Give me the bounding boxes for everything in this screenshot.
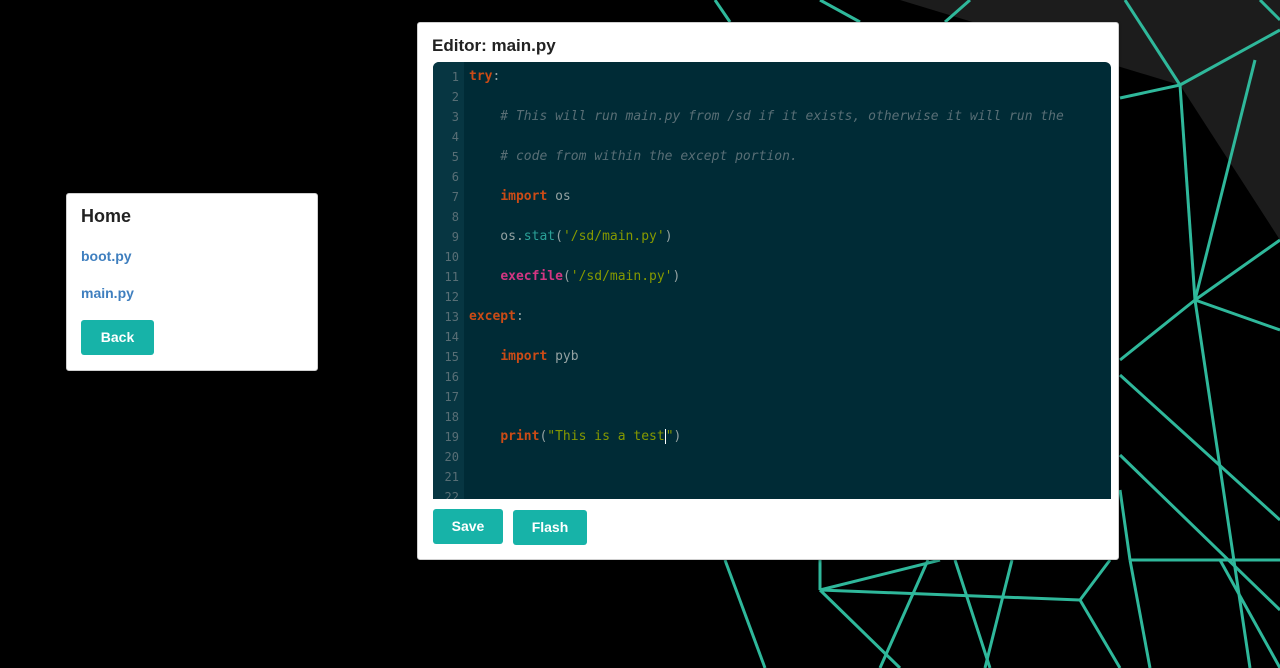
home-title: Home bbox=[81, 206, 132, 226]
code-token: os. bbox=[469, 229, 524, 244]
code-token: import bbox=[500, 189, 548, 204]
code-token: import bbox=[500, 349, 548, 364]
code-token: # This will run main.py from /sd if it e… bbox=[469, 109, 1064, 124]
code-token: os bbox=[547, 189, 571, 204]
code-line[interactable]: 9 os.stat('/sd/main.py') bbox=[433, 227, 1111, 247]
code-line[interactable]: 3 # This will run main.py from /sd if it… bbox=[433, 107, 1111, 127]
code-line-text: import pyb bbox=[469, 347, 579, 367]
code-token: pyb bbox=[547, 349, 579, 364]
line-number: 15 bbox=[444, 350, 459, 364]
code-token: ) bbox=[673, 429, 682, 444]
code-line[interactable]: 4 bbox=[433, 127, 1111, 147]
code-token: "This is a test bbox=[547, 429, 665, 444]
code-line-text: os.stat('/sd/main.py') bbox=[469, 227, 673, 247]
code-line-text: try: bbox=[469, 67, 500, 87]
code-token: ( bbox=[555, 229, 563, 244]
line-number: 10 bbox=[444, 250, 459, 264]
code-line[interactable]: 19 print("This is a test") bbox=[433, 427, 1111, 447]
line-number: 18 bbox=[444, 410, 459, 424]
code-line-text: except: bbox=[469, 307, 524, 327]
code-line-text: # code from within the except portion. bbox=[469, 147, 798, 167]
code-line[interactable]: 8 bbox=[433, 207, 1111, 227]
code-line[interactable]: 21 bbox=[433, 467, 1111, 487]
code-token: : bbox=[515, 309, 524, 324]
code-token: ) bbox=[664, 229, 673, 244]
line-number: 7 bbox=[451, 190, 459, 204]
code-line-text: print("This is a test") bbox=[469, 427, 681, 447]
code-token: '/sd/main.py' bbox=[570, 269, 673, 284]
code-token: ( bbox=[562, 269, 571, 284]
code-token: execfile bbox=[500, 269, 563, 284]
line-number: 3 bbox=[451, 110, 459, 124]
code-line-text: import os bbox=[469, 187, 571, 207]
code-line-text: # This will run main.py from /sd if it e… bbox=[469, 107, 1064, 127]
code-editor[interactable]: 1 try: 2 3 # This will run main.py from /sd… bbox=[433, 62, 1111, 499]
code-line[interactable]: 22 bbox=[433, 487, 1111, 499]
line-number: 12 bbox=[444, 290, 459, 304]
line-number: 8 bbox=[451, 210, 459, 224]
code-line[interactable]: 10 bbox=[433, 247, 1111, 267]
line-number: 13 bbox=[444, 310, 459, 324]
file-browser-panel: Home boot.py main.py Back bbox=[66, 193, 318, 371]
code-line[interactable]: 13 except: bbox=[433, 307, 1111, 327]
code-line[interactable]: 18 bbox=[433, 407, 1111, 427]
line-number: 22 bbox=[444, 490, 459, 499]
line-number: 21 bbox=[444, 470, 459, 484]
editor-panel: Editor: main.py 1 try: 2 3 # This will run … bbox=[417, 22, 1119, 560]
editor-title: Editor: main.py bbox=[432, 36, 556, 55]
code-token: ) bbox=[672, 269, 681, 284]
line-number: 19 bbox=[444, 430, 459, 444]
line-number: 9 bbox=[451, 230, 459, 244]
line-number: 4 bbox=[451, 130, 459, 144]
code-token: print bbox=[500, 429, 540, 444]
save-button[interactable]: Save bbox=[433, 509, 503, 544]
code-token: except bbox=[469, 309, 516, 324]
line-number: 14 bbox=[444, 330, 459, 344]
code-line[interactable]: 1 try: bbox=[433, 67, 1111, 87]
code-token: stat bbox=[523, 229, 556, 244]
line-number: 1 bbox=[451, 70, 459, 84]
code-line[interactable]: 17 bbox=[433, 387, 1111, 407]
code-line[interactable]: 6 bbox=[433, 167, 1111, 187]
line-number: 6 bbox=[451, 170, 459, 184]
line-number: 17 bbox=[444, 390, 459, 404]
code-line[interactable]: 2 bbox=[433, 87, 1111, 107]
code-token: # code from within the except portion. bbox=[469, 149, 798, 164]
code-token: try bbox=[469, 69, 493, 84]
code-line[interactable]: 16 bbox=[433, 367, 1111, 387]
code-line[interactable]: 7 import os bbox=[433, 187, 1111, 207]
flash-button[interactable]: Flash bbox=[513, 510, 587, 545]
code-token: '/sd/main.py' bbox=[562, 229, 665, 244]
file-link-main-py[interactable]: main.py bbox=[81, 285, 134, 301]
back-button[interactable]: Back bbox=[81, 320, 154, 355]
line-number: 2 bbox=[451, 90, 459, 104]
code-line[interactable]: 15 import pyb bbox=[433, 347, 1111, 367]
line-number: 5 bbox=[451, 150, 459, 164]
code-line[interactable]: 12 bbox=[433, 287, 1111, 307]
code-line[interactable]: 14 bbox=[433, 327, 1111, 347]
code-line-text: execfile('/sd/main.py') bbox=[469, 267, 680, 287]
code-token: " bbox=[665, 429, 674, 444]
code-token: : bbox=[492, 69, 501, 84]
file-link-boot-py[interactable]: boot.py bbox=[81, 248, 132, 264]
line-number: 16 bbox=[444, 370, 459, 384]
code-line[interactable]: 11 execfile('/sd/main.py') bbox=[433, 267, 1111, 287]
line-number: 20 bbox=[444, 450, 459, 464]
code-line[interactable]: 20 bbox=[433, 447, 1111, 467]
line-number: 11 bbox=[444, 270, 459, 284]
code-line[interactable]: 5 # code from within the except portion. bbox=[433, 147, 1111, 167]
